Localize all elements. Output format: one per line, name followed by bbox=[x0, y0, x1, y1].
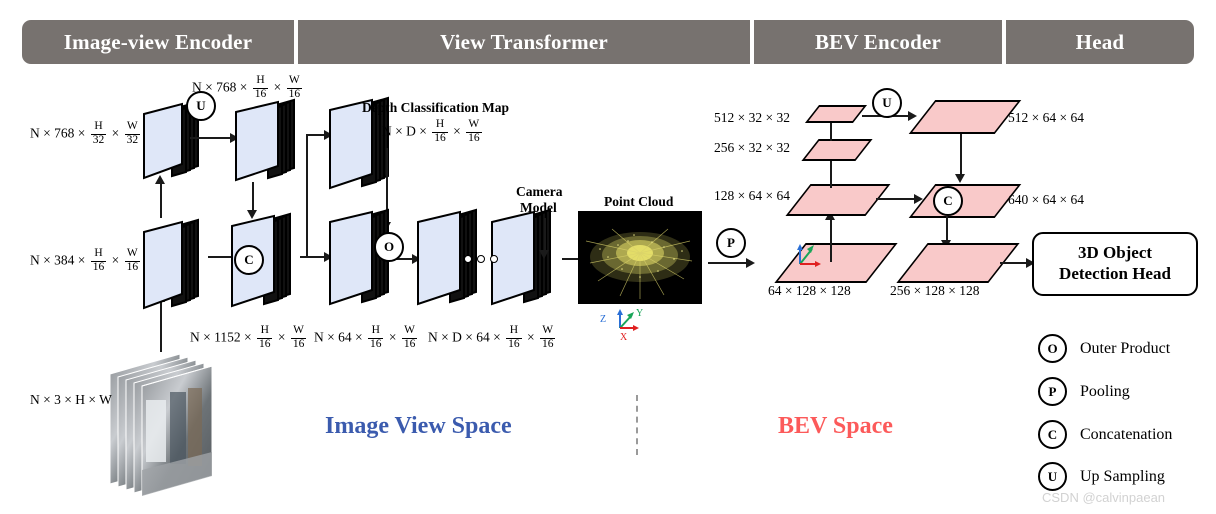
caption-image-view-space: Image View Space bbox=[325, 413, 512, 439]
space-divider bbox=[636, 395, 638, 455]
svg-text:Y: Y bbox=[636, 308, 643, 319]
caption-bev-space: BEV Space bbox=[778, 413, 893, 439]
fraction-w16: W 16 bbox=[124, 247, 141, 273]
fraction-h16: H 16 bbox=[432, 118, 448, 144]
watermark: CSDN @calvinpaean bbox=[1042, 490, 1166, 505]
feature-stack-frustum-b bbox=[488, 208, 566, 308]
label-bev-640-64: 640 × 64 × 64 bbox=[1008, 192, 1084, 207]
op-upsample-bev[interactable]: U bbox=[872, 88, 902, 118]
head-line-2: Detection Head bbox=[1059, 264, 1171, 283]
fraction-w16: W 16 bbox=[290, 324, 307, 350]
fraction-w16: W 16 bbox=[466, 118, 482, 144]
axis-triad-image-space: Z Y X bbox=[598, 306, 658, 343]
point-cloud-visualization bbox=[578, 211, 702, 304]
label-tensor-1152: N × 1152 × H 16 × W 16 bbox=[190, 324, 307, 350]
axis-triad-bev bbox=[788, 240, 832, 270]
fraction-h16: H 16 bbox=[90, 247, 107, 273]
arrowhead-down bbox=[539, 250, 549, 259]
fraction-h16: H 16 bbox=[252, 74, 269, 100]
label-tensor-768-32: N × 768 × H 32 × W 32 bbox=[30, 120, 141, 146]
legend-item-up-sampling: U Up Sampling bbox=[1038, 462, 1165, 491]
arrow-512-64-down bbox=[960, 134, 963, 176]
arrow-upsample-to-768-16 bbox=[190, 137, 232, 140]
fraction-w16: W 16 bbox=[286, 74, 303, 100]
head-line-1: 3D Object bbox=[1077, 243, 1153, 263]
fraction-w16: W 16 bbox=[539, 324, 556, 350]
bev-plane-512-64 bbox=[908, 100, 1022, 134]
label-bev-256-32: 256 × 32 × 32 bbox=[714, 140, 790, 155]
arrow-concat-to-256 bbox=[946, 216, 949, 242]
arrow-to-768-32 bbox=[160, 182, 163, 218]
label-bev-128-64: 128 × 64 × 64 bbox=[714, 188, 790, 203]
detection-head-box[interactable]: 3D Object Detection Head bbox=[1032, 232, 1198, 296]
label-point-cloud: Point Cloud bbox=[604, 194, 674, 209]
fraction-h16: H 16 bbox=[367, 324, 384, 350]
svg-text:Z: Z bbox=[600, 314, 606, 325]
label-bev-512-64: 512 × 64 × 64 bbox=[1008, 110, 1084, 125]
arrowhead-down bbox=[955, 174, 965, 183]
diagram-canvas: Image-view Encoder View Transformer BEV … bbox=[0, 0, 1216, 514]
stage-header-view-transformer: View Transformer bbox=[298, 20, 750, 64]
stage-label: View Transformer bbox=[440, 29, 608, 54]
stage-header-bev-encoder: BEV Encoder bbox=[754, 20, 1002, 64]
legend-label: Up Sampling bbox=[1080, 467, 1165, 485]
label-camera-model-line2: Model bbox=[520, 200, 557, 215]
legend-label: Outer Product bbox=[1080, 339, 1171, 357]
label-tensor-64: N × 64 × H 16 × W 16 bbox=[314, 324, 418, 350]
up-sampling-icon: U bbox=[1038, 462, 1067, 491]
legend-item-pooling: P Pooling bbox=[1038, 377, 1130, 406]
ellipsis-dots bbox=[464, 255, 498, 263]
label-bev-64-128: 64 × 128 × 128 bbox=[768, 283, 851, 298]
label-bev-512-32: 512 × 32 × 32 bbox=[714, 110, 790, 125]
stage-header-image-view-encoder: Image-view Encoder bbox=[22, 20, 294, 64]
bev-plane-640-64 bbox=[908, 184, 1022, 218]
arrow-bev-up-1 bbox=[830, 218, 833, 262]
arrowhead-right bbox=[908, 111, 917, 121]
feature-stack-384 bbox=[140, 218, 212, 310]
label-tensor-depth: N × D × H 16 × W 16 bbox=[382, 118, 482, 144]
label-tensor-d-64: N × D × 64 × H 16 × W 16 bbox=[428, 324, 556, 350]
input-camera-image-stack bbox=[108, 352, 220, 500]
label-input-tensor: N × 3 × H × W bbox=[30, 392, 112, 407]
bev-plane-256-32 bbox=[801, 139, 873, 161]
legend-item-concatenation: C Concatenation bbox=[1038, 420, 1172, 449]
op-outer-product[interactable]: O bbox=[374, 232, 404, 262]
arrow-to-detection-head bbox=[1000, 262, 1028, 265]
arrowhead-right bbox=[746, 258, 755, 268]
op-upsample-image-view[interactable]: U bbox=[186, 91, 216, 121]
label-depth-classification-map: Depth Classification Map bbox=[362, 100, 510, 115]
label-bev-256-128: 256 × 128 × 128 bbox=[890, 283, 980, 298]
legend-label: Pooling bbox=[1080, 382, 1130, 400]
fraction-h32: H 32 bbox=[90, 120, 107, 146]
fraction-w16: W 16 bbox=[401, 324, 418, 350]
label-tensor-384: N × 384 × H 16 × W 16 bbox=[30, 247, 141, 273]
stage-label: Head bbox=[1075, 29, 1125, 54]
op-concat-bev[interactable]: C bbox=[933, 186, 963, 216]
svg-text:X: X bbox=[620, 332, 628, 342]
arrow-128-to-concat-bev bbox=[876, 198, 916, 201]
stage-header-head: Head bbox=[1006, 20, 1194, 64]
arrow-pooling bbox=[708, 262, 748, 265]
stage-label: Image-view Encoder bbox=[63, 29, 253, 54]
fraction-h16: H 16 bbox=[506, 324, 522, 350]
feature-stack-768-16 bbox=[232, 98, 310, 184]
stage-label: BEV Encoder bbox=[814, 29, 942, 54]
fraction-w32: W 32 bbox=[124, 120, 141, 146]
legend-item-outer-product: O Outer Product bbox=[1038, 334, 1170, 363]
branch-riser-to-depth bbox=[306, 134, 309, 258]
op-pooling[interactable]: P bbox=[716, 228, 746, 258]
arrow-camera-model-down bbox=[544, 218, 547, 252]
legend-label: Concatenation bbox=[1080, 425, 1173, 443]
pooling-icon: P bbox=[1038, 377, 1067, 406]
op-concat-image-view[interactable]: C bbox=[234, 245, 264, 275]
concatenation-icon: C bbox=[1038, 420, 1067, 449]
label-camera-model-line1: Camera bbox=[516, 184, 563, 199]
fraction-h16: H 16 bbox=[256, 324, 273, 350]
arrow-768-16-to-concat bbox=[252, 182, 255, 212]
bev-plane-512-32 bbox=[804, 105, 868, 123]
outer-product-icon: O bbox=[1038, 334, 1067, 363]
bev-plane-128-64 bbox=[785, 184, 891, 216]
